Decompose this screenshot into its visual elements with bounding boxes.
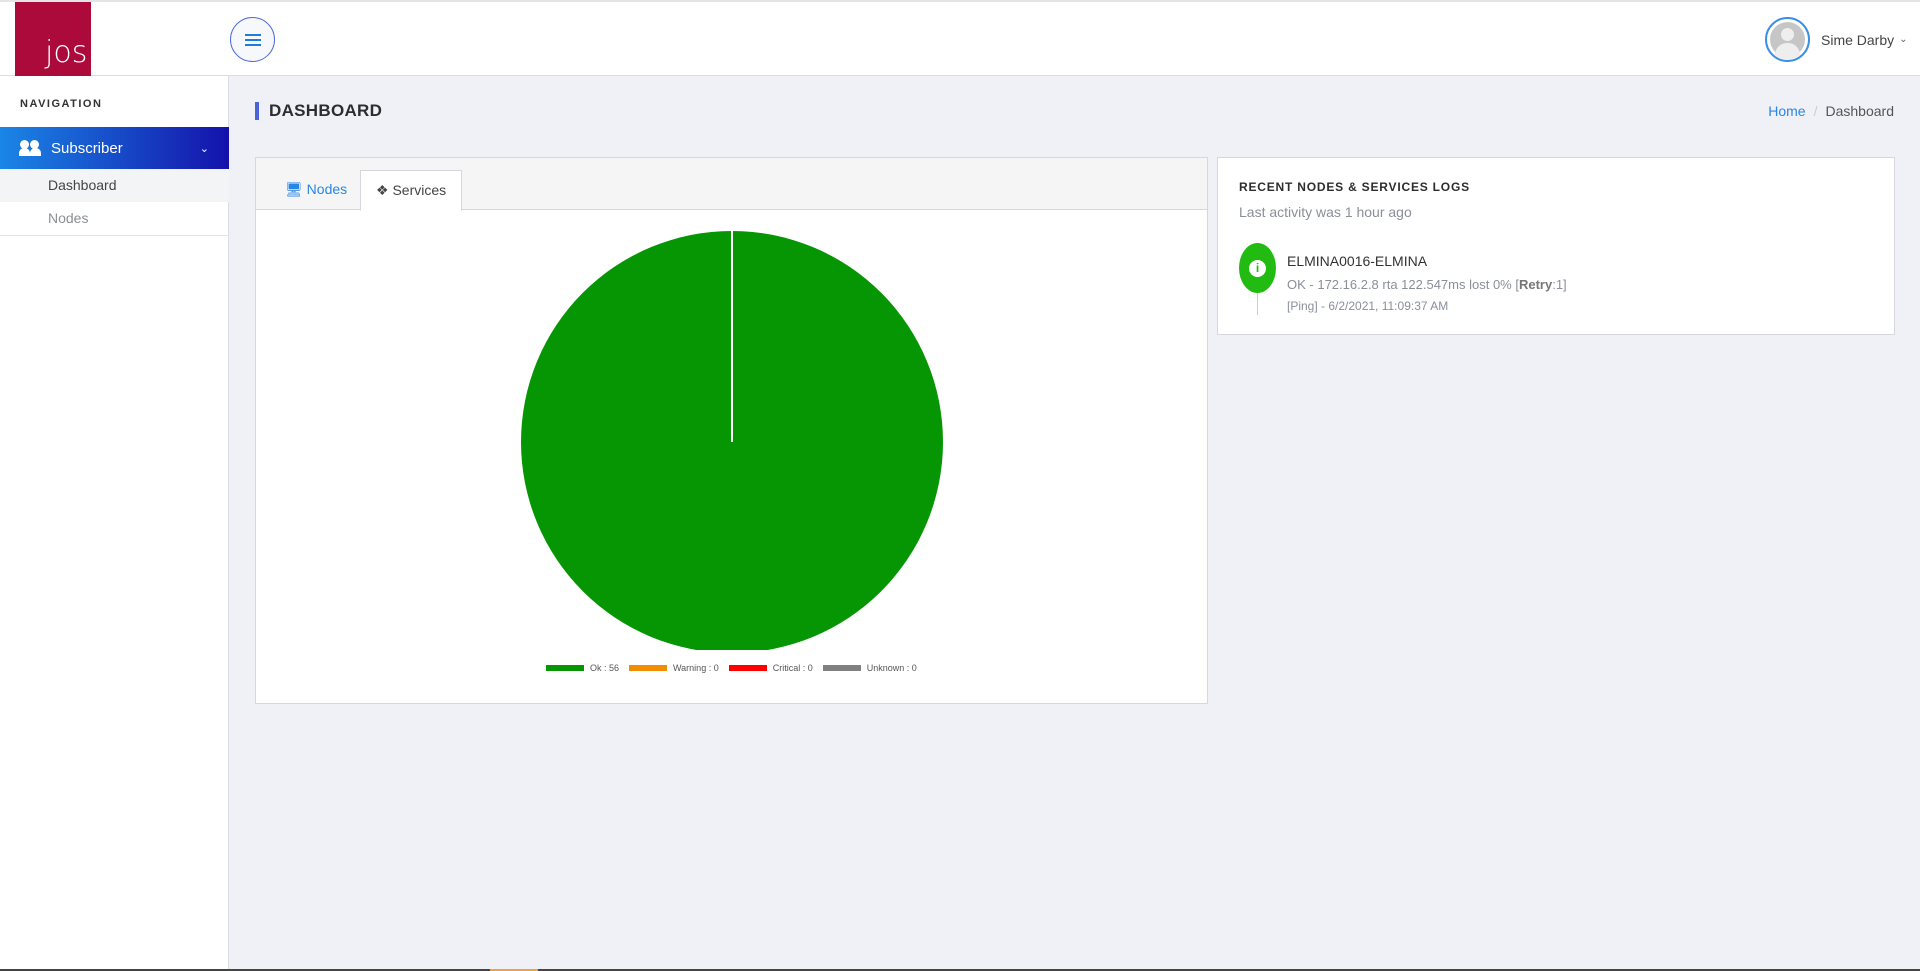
tab-bar: 🖥︎ Nodes ❖ Services [256,158,1207,211]
top-bar: jos Sime Darby ⌄ [0,0,1920,76]
recent-logs-card: RECENT NODES & SERVICES LOGS Last activi… [1217,157,1895,335]
cubes-icon: ❖ [376,182,389,198]
log-name: ELMINA0016-ELMINA [1287,253,1428,269]
tab-label: Services [392,182,447,198]
chart-legend: Ok : 56 Warning : 0 Critical : 0 Unknown : … [546,663,927,673]
chevron-down-icon: ⌄ [1899,34,1908,45]
legend-label: Ok : 56 [590,663,620,673]
hamburger-icon [244,38,261,41]
sidebar-item-nodes[interactable]: Nodes [0,202,229,236]
breadcrumb: Home / Dashboard [1768,103,1894,119]
users-icon [19,140,42,156]
logo[interactable]: jos [15,2,91,76]
tab-nodes[interactable]: 🖥︎ Nodes [270,170,362,210]
avatar [1765,17,1810,62]
menu-toggle-button[interactable] [230,17,275,62]
legend-swatch [822,665,861,671]
sidebar-group-label: Subscriber [51,139,123,157]
logs-subtitle: Last activity was 1 hour ago [1239,204,1412,220]
pie-chart [521,231,943,650]
timeline-line [1257,293,1258,315]
legend-swatch [728,665,767,671]
info-icon: i [1239,243,1276,293]
nav-label: NAVIGATION [20,98,103,110]
tab-label: Nodes [306,181,348,197]
breadcrumb-home[interactable]: Home [1768,103,1805,119]
breadcrumb-current: Dashboard [1825,103,1895,119]
legend-swatch [629,665,668,671]
logs-title: RECENT NODES & SERVICES LOGS [1239,180,1470,194]
legend-item-critical[interactable]: Critical : 0 [728,663,813,673]
user-menu[interactable]: Sime Darby ⌄ [1765,17,1908,62]
monitor-icon: 🖥︎ [285,181,303,197]
page-title: DASHBOARD [255,102,382,120]
legend-item-ok[interactable]: Ok : 56 [546,663,619,673]
user-name: Sime Darby [1821,31,1895,48]
legend-label: Unknown : 0 [866,663,917,673]
legend-label: Critical : 0 [772,663,813,673]
breadcrumb-separator: / [1813,103,1818,119]
sidebar-item-dashboard[interactable]: Dashboard [0,169,229,202]
legend-label: Warning : 0 [673,663,719,673]
legend-swatch [546,665,584,671]
tab-services[interactable]: ❖ Services [360,170,463,211]
sidebar-group-subscriber[interactable]: Subscriber ⌄ [0,127,229,169]
status-chart-card: 🖥︎ Nodes ❖ Services Ok : 56 Warning : 0 Cr… [255,157,1208,704]
sidebar: NAVIGATION Subscriber ⌄ Dashboard Nodes [0,76,229,971]
chevron-down-icon: ⌄ [199,142,209,155]
log-message: OK - 172.16.2.8 rta 122.547ms lost 0% [R… [1287,277,1567,292]
log-time: [Ping] - 6/2/2021, 11:09:37 AM [1287,299,1449,313]
legend-item-warning[interactable]: Warning : 0 [629,663,719,673]
legend-item-unknown[interactable]: Unknown : 0 [822,663,917,673]
